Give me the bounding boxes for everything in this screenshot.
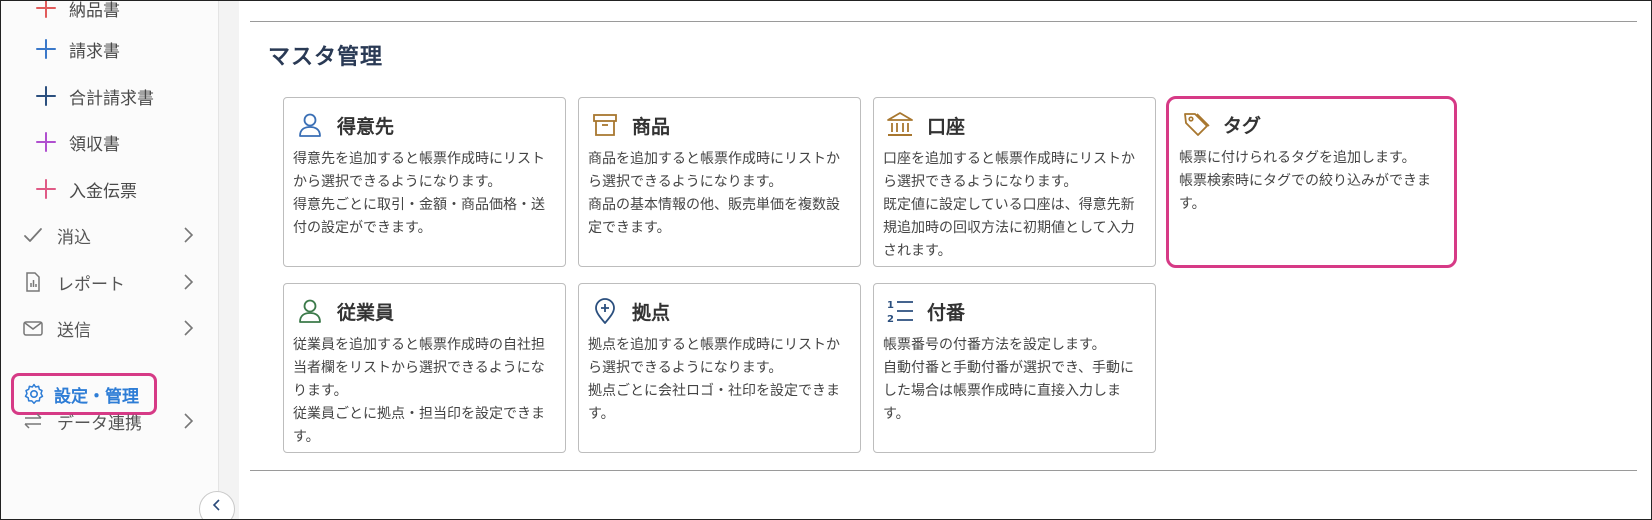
card-title: 商品 [632,115,671,138]
sidebar-item-label: データ連携 [57,413,142,434]
card-description: 得意先を追加すると帳票作成時にリスト から選択できるようになります。 得意先ごと… [293,151,545,236]
section-title: マスタ管理 [268,45,384,70]
card-description: 従業員を追加すると帳票作成時の自社担 当者欄をリストから選択できるようにな りま… [293,337,545,445]
sidebar-item-label: 消込 [57,227,91,248]
check-icon [21,223,45,247]
card-numbering[interactable]: 12 付番 帳票番号の付番方法を設定します。 自動付番と手動付番が選択でき、手動… [873,283,1156,453]
main-content: マスタ管理 得意先 得意先を追加すると帳票作成時にリスト から選択できるようにな… [240,1,1651,519]
chevron-left-icon [212,499,220,511]
sidebar-item-reconcile[interactable]: 消込 [1,211,219,259]
chevron-right-icon [184,274,194,290]
tag-icon [1181,109,1211,139]
sidebar-item-label: 合計請求書 [69,88,154,109]
sidebar-item-label: 領収書 [69,134,120,155]
sidebar-item-data-sync[interactable]: データ連携 [1,397,219,445]
sidebar-item-total-invoice[interactable]: 合計請求書 [1,72,219,120]
card-title: 口座 [927,115,966,138]
card-description: 帳票に付けられるタグを追加します。 帳票検索時にタグでの絞り込みができま す。 [1179,150,1431,212]
card-product[interactable]: 商品 商品を追加すると帳票作成時にリストか ら選択できるようになります。 商品の… [578,97,861,267]
sidebar: 納品書 請求書 合計請求書 領収書 入金伝票 消込 レポート 送信 設定・管理 … [1,0,219,519]
sidebar-item-send[interactable]: 送信 [1,304,219,352]
card-tag[interactable]: タグ 帳票に付けられるタグを追加します。 帳票検索時にタグでの絞り込みができま … [1166,96,1457,268]
sync-arrows-icon [21,409,45,433]
card-title: 拠点 [632,301,671,324]
report-icon [21,270,45,294]
card-location[interactable]: 拠点 拠点を追加すると帳票作成時にリストか ら選択できるようになります。 拠点ご… [578,283,861,453]
svg-text:1: 1 [887,300,894,311]
plus-icon [35,0,57,19]
card-title: タグ [1223,114,1262,137]
card-description: 帳票番号の付番方法を設定します。 自動付番と手動付番が選択でき、手動に した場合… [883,337,1135,422]
numbered-list-icon: 12 [885,296,915,326]
sidebar-item-label: レポート [57,274,125,295]
card-description: 拠点を追加すると帳票作成時にリストか ら選択できるようになります。 拠点ごとに会… [588,337,840,422]
person-icon [295,110,325,140]
sidebar-item-payment-slip[interactable]: 入金伝票 [1,165,219,213]
bank-icon [885,110,915,140]
card-description: 口座を追加すると帳票作成時にリストか ら選択できるようになります。 既定値に設定… [883,151,1135,259]
sidebar-item-label: 請求書 [69,41,120,62]
sidebar-item-report[interactable]: レポート [1,258,219,306]
card-description: 商品を追加すると帳票作成時にリストか ら選択できるようになります。 商品の基本情… [588,151,840,236]
card-account[interactable]: 口座 口座を追加すると帳票作成時にリストか ら選択できるようになります。 既定値… [873,97,1156,267]
sidebar-item-label: 入金伝票 [69,181,137,202]
card-title: 付番 [927,301,966,324]
chevron-right-icon [184,413,194,429]
sidebar-item-label: 納品書 [69,0,120,21]
divider [250,21,1637,22]
employee-icon [295,296,325,326]
sidebar-item-invoice[interactable]: 請求書 [1,25,219,73]
card-title: 得意先 [337,115,395,138]
sidebar-item-label: 送信 [57,320,91,341]
card-title: 従業員 [337,301,395,324]
card-employee[interactable]: 従業員 従業員を追加すると帳票作成時の自社担 当者欄をリストから選択できるように… [283,283,566,453]
chevron-right-icon [184,227,194,243]
chevron-right-icon [184,320,194,336]
divider [250,470,1637,471]
plus-icon [35,131,57,153]
sidebar-rail [219,1,239,519]
location-pin-icon [590,296,620,326]
svg-text:2: 2 [887,314,894,325]
card-customer[interactable]: 得意先 得意先を追加すると帳票作成時にリスト から選択できるようになります。 得… [283,97,566,267]
plus-icon [35,85,57,107]
plus-icon [35,178,57,200]
plus-icon [35,38,57,60]
box-icon [590,110,620,140]
mail-icon [21,316,45,340]
sidebar-item-receipt[interactable]: 領収書 [1,118,219,166]
sidebar-collapse-button[interactable] [199,491,235,520]
